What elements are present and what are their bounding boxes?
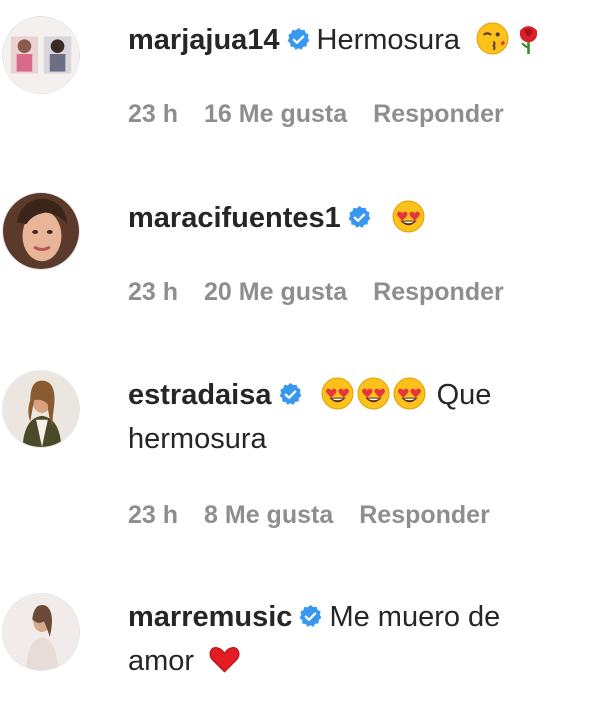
heart-eyes-emoji xyxy=(392,200,425,233)
comment-text: marjajua14 Hermosura xyxy=(128,18,611,62)
verified-badge-icon xyxy=(278,382,303,407)
comment-body-continued: amor xyxy=(128,645,195,677)
like-count[interactable]: 8 Me gusta xyxy=(204,501,333,529)
comment-text: estradaisa Que hermosura xyxy=(128,373,611,461)
comment-time: 23 h xyxy=(128,278,179,306)
avatar[interactable] xyxy=(2,593,80,671)
comment-body: Me muero de xyxy=(329,601,501,633)
like-count[interactable]: 16 Me gusta xyxy=(204,100,347,128)
avatar-image xyxy=(3,371,79,447)
comment-body-continued: hermosura xyxy=(128,423,267,455)
verified-badge-icon xyxy=(347,205,372,230)
comment-body: Que xyxy=(436,379,492,411)
avatar[interactable] xyxy=(2,192,80,270)
comment-time: 23 h xyxy=(128,100,179,128)
comment-time: 23 h xyxy=(128,501,179,529)
avatar-image xyxy=(3,193,79,269)
heart-eyes-emoji xyxy=(321,377,354,410)
comment-text: marremusic Me muero de amor xyxy=(128,595,611,683)
heart-eyes-emoji xyxy=(393,377,426,410)
heart-eyes-emoji xyxy=(357,377,390,410)
comment-meta: 23 h 8 Me gusta Responder xyxy=(128,501,516,530)
avatar[interactable] xyxy=(2,370,80,448)
username[interactable]: estradaisa xyxy=(128,379,272,411)
reply-button[interactable]: Responder xyxy=(359,501,490,529)
like-count[interactable]: 20 Me gusta xyxy=(204,278,347,306)
username[interactable]: marremusic xyxy=(128,601,292,633)
comment-meta: 23 h 20 Me gusta Responder xyxy=(128,278,530,307)
verified-badge-icon xyxy=(298,604,323,629)
comment-meta: 23 h 16 Me gusta Responder xyxy=(128,100,530,129)
red-heart-emoji xyxy=(208,643,241,676)
avatar-image xyxy=(3,17,79,93)
username[interactable]: maracifuentes1 xyxy=(128,202,341,234)
rose-emoji xyxy=(512,22,545,55)
verified-badge-icon xyxy=(286,27,311,52)
avatar[interactable] xyxy=(2,16,80,94)
winking-kiss-emoji xyxy=(476,22,509,55)
comment-body: Hermosura xyxy=(316,24,460,56)
avatar-image xyxy=(3,594,79,670)
comment-text: maracifuentes1 xyxy=(128,196,611,240)
reply-button[interactable]: Responder xyxy=(373,100,504,128)
username[interactable]: marjajua14 xyxy=(128,24,280,56)
reply-button[interactable]: Responder xyxy=(373,278,504,306)
